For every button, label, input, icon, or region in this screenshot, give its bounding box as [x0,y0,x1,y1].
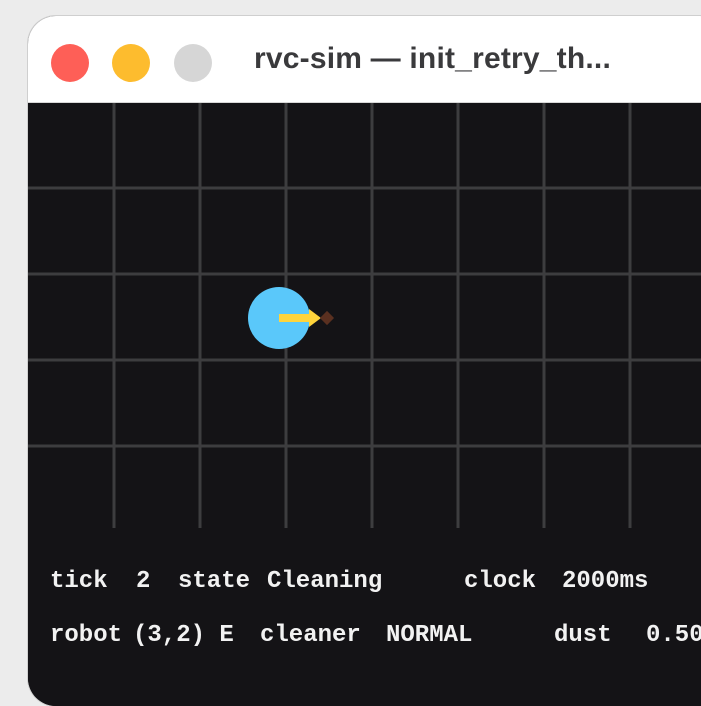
close-button[interactable] [51,44,89,82]
simulation-canvas [28,103,701,528]
clock-value: 2000ms [562,568,649,595]
zoom-button[interactable] [174,44,212,82]
dust-value: 0.50 [646,622,701,649]
robot-value: (3,2) E [133,622,234,649]
app-window: rvc-sim — init_retry_th... tick 2 state … [28,16,701,706]
state-value: Cleaning [267,568,383,595]
robot [248,287,335,349]
robot-label: robot [50,622,123,649]
tick-value: 2 [136,568,151,595]
cleaner-label: cleaner [260,622,361,649]
window-title: rvc-sim — init_retry_th... [254,42,611,75]
clock-label: clock [464,568,537,595]
grid-lines [28,103,701,528]
cleaner-value: NORMAL [386,622,473,649]
state-label: state [178,568,251,595]
minimize-button[interactable] [112,44,150,82]
tick-label: tick [50,568,108,595]
status-panel: tick 2 state Cleaning clock 2000ms robot… [28,528,701,706]
title-bar[interactable]: rvc-sim — init_retry_th... [28,16,701,103]
dust-label: dust [554,622,612,649]
dust-marker [319,310,335,326]
robot-heading-arrow [309,309,321,327]
robot-heading-bar [279,314,311,322]
